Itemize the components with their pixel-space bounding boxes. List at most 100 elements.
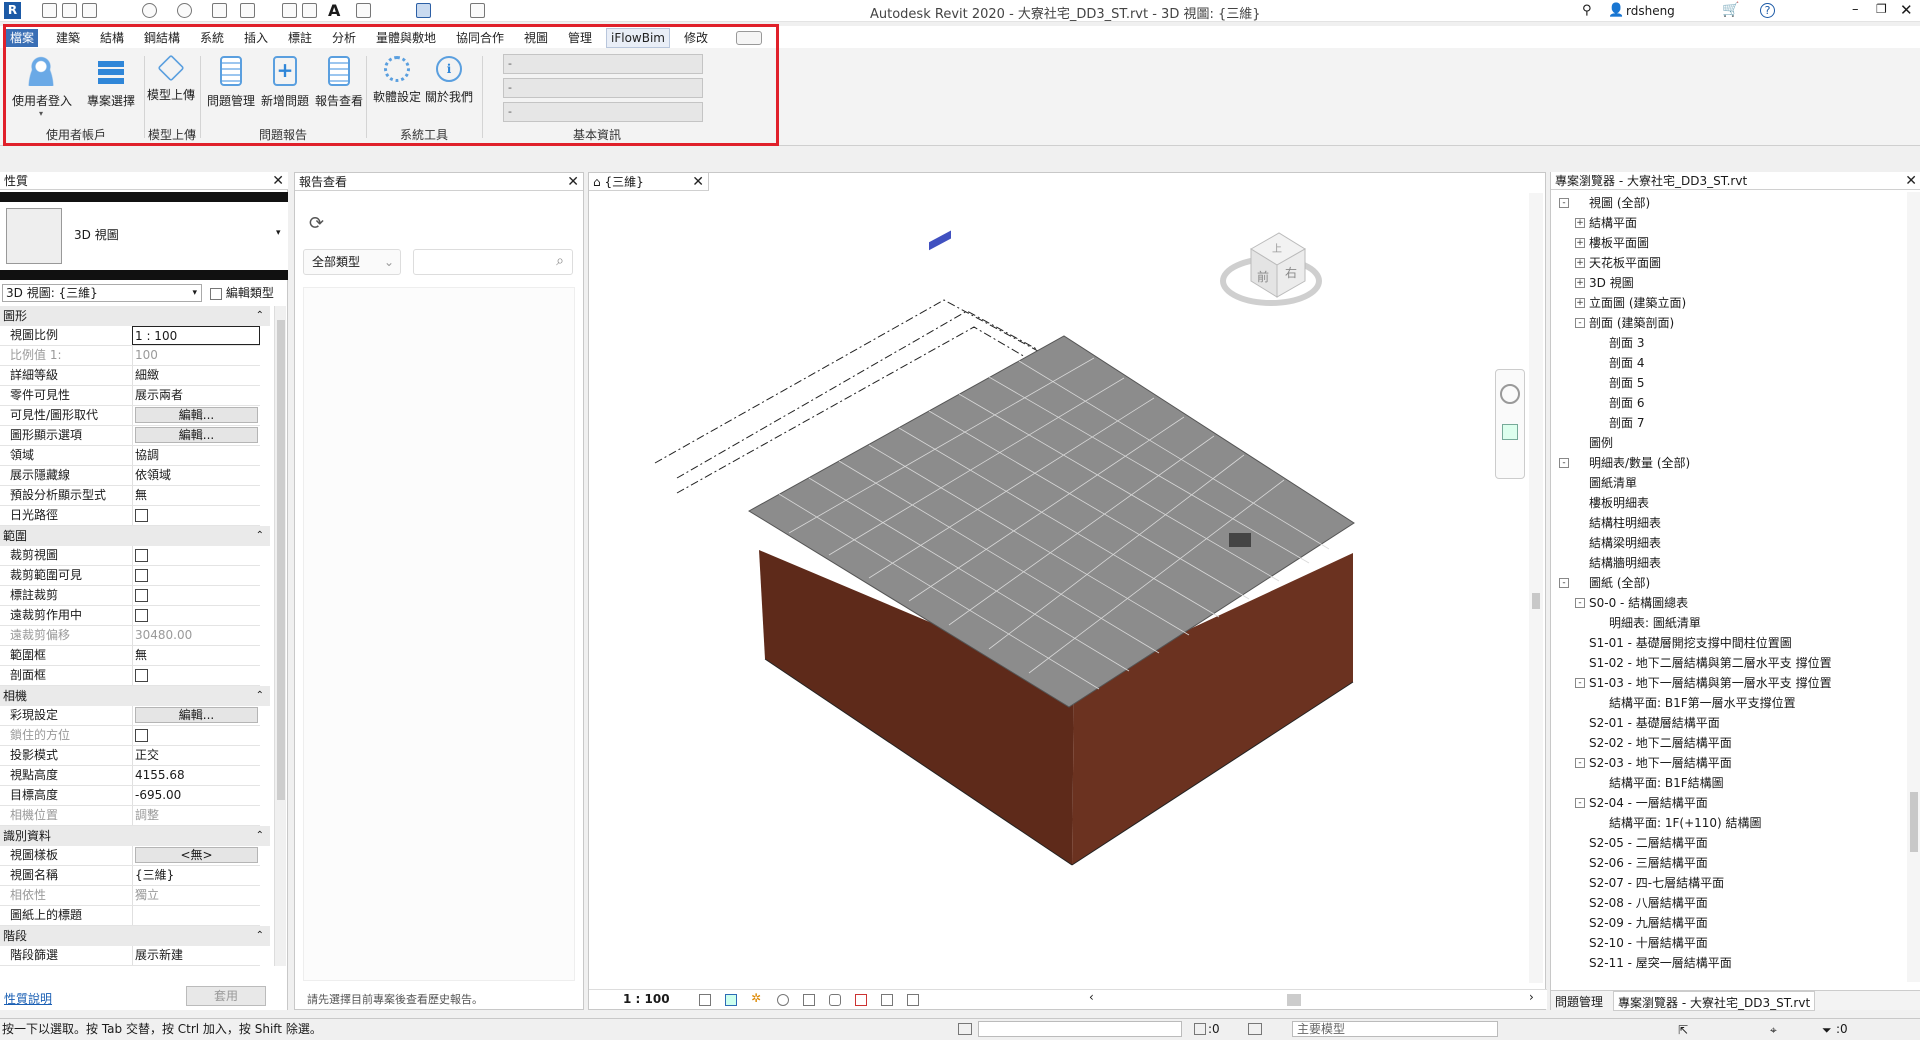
tree-item[interactable]: 剖面 5 <box>1609 374 1644 392</box>
tree-item[interactable]: 圖紙清單 <box>1589 474 1637 492</box>
tab-architecture[interactable]: 建築 <box>52 29 84 47</box>
tree-item[interactable]: S2-08 - 八層結構平面 <box>1589 894 1708 912</box>
tree-item[interactable]: 視圖 (全部) <box>1589 194 1650 212</box>
property-value[interactable]: {三維} <box>135 868 174 882</box>
dimension-icon[interactable] <box>282 3 297 18</box>
chevron-down-icon[interactable]: ▾ <box>12 109 70 118</box>
property-row[interactable]: 剖面框 <box>0 666 260 686</box>
info-field-3[interactable]: - <box>503 102 703 122</box>
tree-item[interactable]: 結構牆明細表 <box>1589 554 1661 572</box>
horizontal-scroll-thumb[interactable] <box>1287 994 1301 1006</box>
tree-item[interactable]: S2-05 - 二層結構平面 <box>1589 834 1708 852</box>
user-name[interactable]: rdsheng <box>1626 4 1675 18</box>
property-row[interactable]: 裁剪視圖 <box>0 546 260 566</box>
new-issue-button[interactable]: + 新增問題 <box>256 54 314 128</box>
tab-collaborate[interactable]: 協同合作 <box>452 29 508 47</box>
tab-project-browser[interactable]: 專案瀏覽器 - 大寮社宅_DD3_ST.rvt <box>1613 991 1816 1011</box>
tree-item[interactable]: S2-09 - 九層結構平面 <box>1589 914 1708 932</box>
property-row[interactable]: 投影模式 正交 <box>0 746 260 766</box>
property-row[interactable]: 可見性/圖形取代 編輯... <box>0 406 260 426</box>
collapse-icon[interactable]: - <box>1575 318 1585 328</box>
checkbox[interactable] <box>135 609 148 622</box>
temp-hide-icon[interactable] <box>855 994 867 1006</box>
checkbox[interactable] <box>135 509 148 522</box>
property-row[interactable]: 相依性 獨立 <box>0 886 260 906</box>
property-value[interactable]: 細緻 <box>135 368 159 382</box>
collapse-icon[interactable]: - <box>1559 578 1569 588</box>
report-view-button[interactable]: 報告查看 <box>310 54 368 128</box>
edit-button[interactable]: 編輯... <box>135 427 258 443</box>
checkbox[interactable] <box>135 669 148 682</box>
tree-item[interactable]: S1-02 - 地下二層結構與第二層水平支 撐位置 <box>1589 654 1832 672</box>
tree-item[interactable]: 明細表/數量 (全部) <box>1589 454 1690 472</box>
minimize-icon[interactable]: – <box>1852 2 1859 17</box>
tab-modify[interactable]: 修改 <box>680 29 712 47</box>
steering-wheel-icon[interactable] <box>1500 384 1520 404</box>
property-row[interactable]: 標註裁剪 <box>0 586 260 606</box>
visual-style-icon[interactable] <box>725 994 737 1006</box>
close-icon[interactable]: ✕ <box>567 173 579 191</box>
tree-item[interactable]: S2-03 - 地下一層結構平面 <box>1589 754 1732 772</box>
tree-item[interactable]: 剖面 3 <box>1609 334 1644 352</box>
redo-icon[interactable] <box>177 3 192 18</box>
save-icon[interactable] <box>62 3 77 18</box>
worksets-icon[interactable] <box>958 1023 972 1035</box>
software-settings-button[interactable]: 軟體設定 <box>368 54 426 128</box>
property-value[interactable]: 獨立 <box>135 888 159 902</box>
property-row[interactable]: 詳細等級 細緻 <box>0 366 260 386</box>
select-pinned-icon[interactable]: ⌖ <box>1770 1020 1777 1040</box>
issue-management-button[interactable]: 問題管理 <box>202 54 260 128</box>
chevron-down-icon[interactable]: ▾ <box>276 228 281 238</box>
crop-icon[interactable] <box>803 994 815 1006</box>
instance-selector[interactable]: 3D 視圖: {三維} ▾ <box>2 284 202 302</box>
tree-item[interactable]: 明細表: 圖紙清單 <box>1609 614 1701 632</box>
property-value[interactable]: 100 <box>135 348 158 362</box>
property-row[interactable]: 圖紙上的標題 <box>0 906 260 926</box>
section-extents[interactable]: 範圍 ⌃ <box>0 526 270 546</box>
property-row[interactable]: 視圖比例 1 : 100 <box>0 326 260 346</box>
collapse-icon[interactable]: - <box>1559 198 1569 208</box>
select-links-icon[interactable]: ⇱ <box>1678 1020 1688 1040</box>
tab-systems[interactable]: 系統 <box>196 29 228 47</box>
property-row[interactable]: 視圖名稱 {三維} <box>0 866 260 886</box>
tree-item[interactable]: S2-04 - 一層結構平面 <box>1589 794 1708 812</box>
tab-annotate[interactable]: 標註 <box>284 29 316 47</box>
report-search-input[interactable]: ⌕ <box>413 249 573 275</box>
refresh-icon[interactable]: ⟳ <box>309 213 324 234</box>
close-window-icon[interactable]: ✕ <box>1900 1 1913 19</box>
tab-file[interactable]: 檔案 <box>6 29 39 47</box>
section-identity[interactable]: 識別資料 ⌃ <box>0 826 270 846</box>
close-icon[interactable]: ✕ <box>272 172 284 190</box>
checkbox[interactable] <box>135 569 148 582</box>
tab-manage[interactable]: 管理 <box>564 29 596 47</box>
tag-icon[interactable] <box>302 3 317 18</box>
help-icon[interactable]: ? <box>1760 3 1775 18</box>
property-value[interactable]: -695.00 <box>135 788 181 802</box>
view-tab[interactable]: ⌂ {三維} ✕ <box>589 173 709 191</box>
hide-icon[interactable] <box>829 994 841 1006</box>
tree-item[interactable]: 樓板明細表 <box>1589 494 1649 512</box>
browser-scrollbar[interactable] <box>1907 192 1920 982</box>
tree-item[interactable]: S1-03 - 地下一層結構與第一層水平支 撐位置 <box>1589 674 1832 692</box>
property-value[interactable]: 正交 <box>135 748 159 762</box>
property-value[interactable]: 30480.00 <box>135 628 192 642</box>
property-row[interactable]: 零件可見性 展示兩者 <box>0 386 260 406</box>
section-phasing[interactable]: 階段 ⌃ <box>0 926 270 946</box>
restore-icon[interactable]: ❐ <box>1876 2 1887 16</box>
revit-logo-icon[interactable]: R <box>4 2 21 19</box>
binoculars-icon[interactable]: ⚲ <box>1582 3 1592 18</box>
expand-icon[interactable]: + <box>1575 238 1585 248</box>
tree-item[interactable]: S2-01 - 基礎層結構平面 <box>1589 714 1720 732</box>
cart-icon[interactable]: 🛒 <box>1722 2 1739 18</box>
checkbox[interactable] <box>135 589 148 602</box>
tab-analyze[interactable]: 分析 <box>328 29 360 47</box>
tree-item[interactable]: 剖面 (建築剖面) <box>1589 314 1674 332</box>
tree-item[interactable]: 3D 視圖 <box>1589 274 1634 292</box>
tree-item[interactable]: 結構平面 <box>1589 214 1637 232</box>
tree-item[interactable]: S2-11 - 屋突一層結構平面 <box>1589 954 1732 972</box>
property-row[interactable]: 視圖樣板 <無> <box>0 846 260 866</box>
property-row[interactable]: 彩現設定 編輯... <box>0 706 260 726</box>
property-value[interactable]: 無 <box>135 488 147 502</box>
collapse-icon[interactable]: ⌃ <box>256 306 264 326</box>
scroll-right-icon[interactable]: › <box>1529 990 1534 1004</box>
